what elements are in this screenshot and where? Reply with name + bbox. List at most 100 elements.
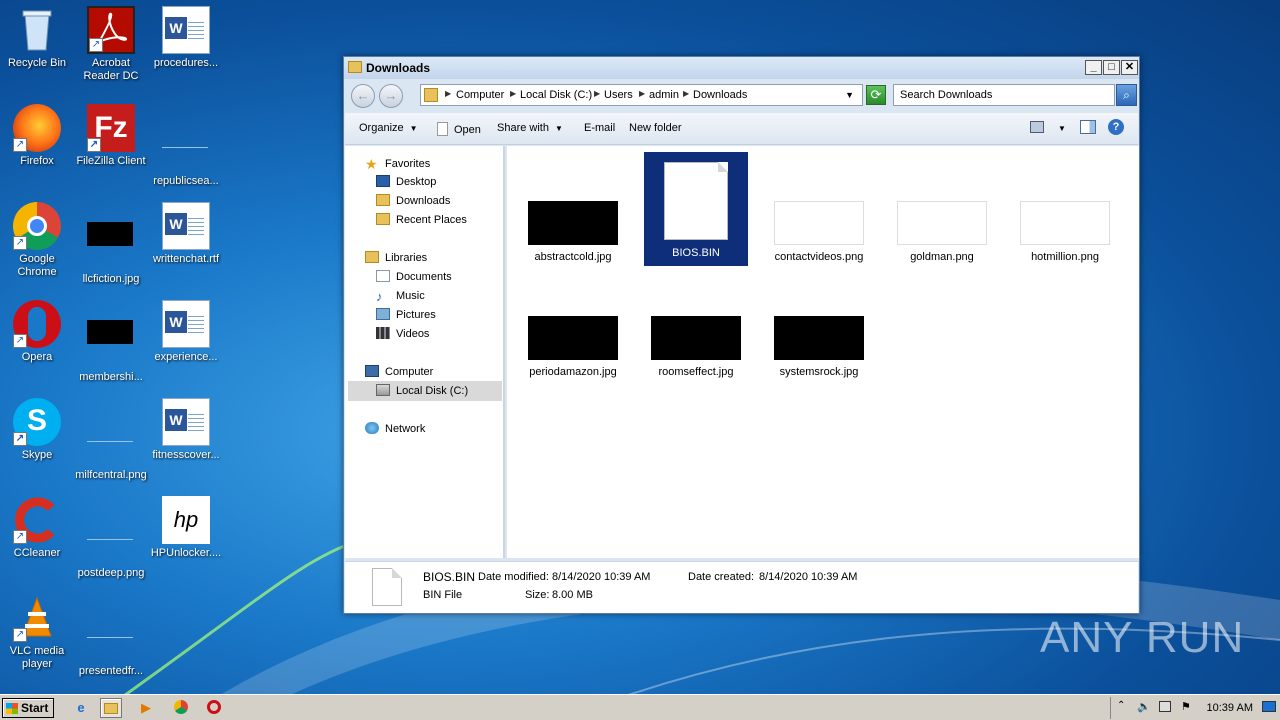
desktop-icon-firefox[interactable]: ↗ Firefox: [0, 104, 74, 168]
desktop-icon-writtenchat[interactable]: writtenchat.rtf: [149, 202, 223, 266]
breadcrumb-admin[interactable]: admin: [649, 89, 679, 101]
organize-button[interactable]: Organize ▼: [359, 122, 418, 134]
desktop-icon-ccleaner[interactable]: ↗ CCleaner: [0, 496, 74, 560]
file-icon: [372, 568, 402, 606]
shortcut-arrow-icon: ↗: [13, 236, 27, 250]
videos-icon: [376, 327, 390, 339]
file-list[interactable]: abstractcold.jpg BIOS.BIN contactvideos.…: [507, 146, 1139, 558]
new-folder-button[interactable]: New folder: [629, 122, 682, 134]
nav-network-label: Network: [385, 423, 426, 435]
shortcut-arrow-icon: ↗: [13, 334, 27, 348]
desktop-icon-label: procedures...: [153, 57, 219, 69]
desktop-icon-acrobat[interactable]: ↗ Acrobat Reader DC: [74, 6, 148, 83]
opera-taskbar-icon[interactable]: [203, 698, 225, 718]
network-tray-icon[interactable]: [1159, 701, 1171, 712]
address-bar[interactable]: ▶ Computer ▶ Local Disk (C:) ▶ Users ▶ a…: [420, 84, 863, 106]
shortcut-arrow-icon: ↗: [87, 138, 101, 152]
image-file-icon: [87, 516, 135, 564]
search-icon[interactable]: ⌕: [1116, 84, 1137, 106]
desktop-icon-postdeep[interactable]: postdeep.png: [74, 496, 148, 580]
breadcrumb-computer[interactable]: Computer: [456, 89, 504, 101]
desktop-icon-vlc[interactable]: ↗ VLC media player: [0, 594, 74, 671]
nav-music[interactable]: ♪ Music: [376, 289, 425, 304]
shortcut-arrow-icon: ↗: [13, 530, 27, 544]
desktop-icon-recycle-bin[interactable]: Recycle Bin: [0, 6, 74, 70]
desktop-icon-republicsea[interactable]: republicsea...: [149, 104, 223, 188]
flag-icon[interactable]: ⚑: [1181, 700, 1191, 713]
close-button[interactable]: ✕: [1121, 60, 1138, 75]
date-modified-value: 8/14/2020 10:39 AM: [552, 571, 651, 583]
desktop-icon-label: experience...: [154, 351, 218, 363]
desktop-icon-chrome[interactable]: ↗ Google Chrome: [0, 202, 74, 279]
image-thumbnail: [528, 316, 618, 360]
disk-icon: [376, 384, 390, 396]
nav-local-disk[interactable]: Local Disk (C:): [376, 384, 468, 397]
file-item[interactable]: roomseffect.jpg: [644, 316, 748, 380]
open-button[interactable]: Open: [437, 122, 481, 136]
help-icon[interactable]: ?: [1108, 119, 1124, 135]
shortcut-arrow-icon: ↗: [13, 138, 27, 152]
email-button[interactable]: E-mail: [584, 122, 615, 134]
desktop-icon-milfcentral[interactable]: milfcentral.png: [74, 398, 148, 482]
desktop-icon-llcfiction[interactable]: llcfiction.jpg: [74, 202, 148, 286]
address-row: ← → ▶ Computer ▶ Local Disk (C:) ▶ Users…: [344, 79, 1139, 111]
desktop-icon-presentedfr[interactable]: presentedfr...: [74, 594, 148, 678]
breadcrumb-users[interactable]: Users: [604, 89, 633, 101]
breadcrumb-downloads[interactable]: Downloads: [693, 89, 747, 101]
media-player-icon[interactable]: ▶: [135, 698, 157, 718]
desktop-icon-hpunlocker[interactable]: hp HPUnlocker....: [149, 496, 223, 560]
file-item[interactable]: goldman.png: [890, 201, 994, 265]
file-item[interactable]: abstractcold.jpg: [521, 201, 625, 265]
explorer-window[interactable]: Downloads _ □ ✕ ← → ▶ Computer ▶ Local D…: [343, 56, 1140, 614]
desktop-icon-opera[interactable]: ↗ Opera: [0, 300, 74, 364]
internet-explorer-icon[interactable]: e: [70, 698, 92, 718]
nav-libraries[interactable]: Libraries: [365, 251, 427, 264]
file-name: periodamazon.jpg: [529, 366, 617, 378]
clock[interactable]: 10:39 AM: [1207, 702, 1253, 714]
minimize-button[interactable]: _: [1085, 60, 1102, 75]
nav-pictures[interactable]: Pictures: [376, 308, 436, 321]
file-item[interactable]: periodamazon.jpg: [521, 316, 625, 380]
title-bar[interactable]: Downloads _ □ ✕: [344, 57, 1139, 79]
tray-chevron-up-icon[interactable]: ⌃: [1117, 700, 1125, 711]
desktop-icon: [376, 175, 390, 187]
nav-downloads[interactable]: Downloads: [376, 194, 450, 207]
forward-button[interactable]: →: [379, 84, 403, 108]
search-input[interactable]: Search Downloads: [893, 84, 1115, 106]
nav-desktop[interactable]: Desktop: [376, 175, 436, 188]
back-button[interactable]: ←: [351, 84, 375, 108]
show-desktop-icon[interactable]: [1262, 701, 1276, 712]
breadcrumb-local-disk[interactable]: Local Disk (C:): [520, 89, 592, 101]
desktop-icon-label: Acrobat Reader DC: [83, 57, 139, 82]
view-options-chevron-icon[interactable]: ▼: [1058, 124, 1066, 133]
maximize-button[interactable]: □: [1103, 60, 1120, 75]
preview-pane-icon[interactable]: [1080, 120, 1096, 134]
view-icon[interactable]: [1030, 121, 1044, 133]
nav-documents[interactable]: Documents: [376, 270, 452, 283]
nav-favorites[interactable]: ★ Favorites: [365, 156, 430, 172]
file-item-selected[interactable]: BIOS.BIN: [644, 152, 748, 266]
nav-videos[interactable]: Videos: [376, 327, 429, 340]
refresh-button[interactable]: ⟳: [866, 85, 886, 105]
start-button[interactable]: Start: [2, 698, 54, 718]
file-item[interactable]: hotmillion.png: [1013, 201, 1117, 265]
chevron-down-icon[interactable]: ▼: [845, 90, 854, 100]
desktop-icon-experience[interactable]: experience...: [149, 300, 223, 364]
file-item[interactable]: systemsrock.jpg: [767, 316, 871, 380]
desktop-icon-fitnesscover[interactable]: fitnesscover...: [149, 398, 223, 462]
word-doc-icon: [162, 6, 210, 54]
share-with-button[interactable]: Share with ▼: [497, 122, 563, 134]
desktop-icon-membershi[interactable]: membershi...: [74, 300, 148, 384]
nav-network[interactable]: Network: [365, 422, 425, 435]
desktop-icon-procedures[interactable]: procedures...: [149, 6, 223, 70]
desktop-icon-skype[interactable]: S ↗ Skype: [0, 398, 74, 462]
chrome-taskbar-icon[interactable]: [170, 698, 192, 718]
file-item[interactable]: contactvideos.png: [767, 201, 871, 265]
folder-icon: [348, 61, 362, 73]
nav-computer[interactable]: Computer: [365, 365, 433, 378]
desktop-icon-filezilla[interactable]: Fz ↗ FileZilla Client: [74, 104, 148, 168]
date-modified-label: Date modified:: [478, 571, 549, 583]
explorer-taskbar-icon[interactable]: [100, 698, 122, 718]
nav-recent-places[interactable]: Recent Places: [376, 213, 467, 226]
volume-icon[interactable]: 🔈: [1137, 700, 1151, 713]
